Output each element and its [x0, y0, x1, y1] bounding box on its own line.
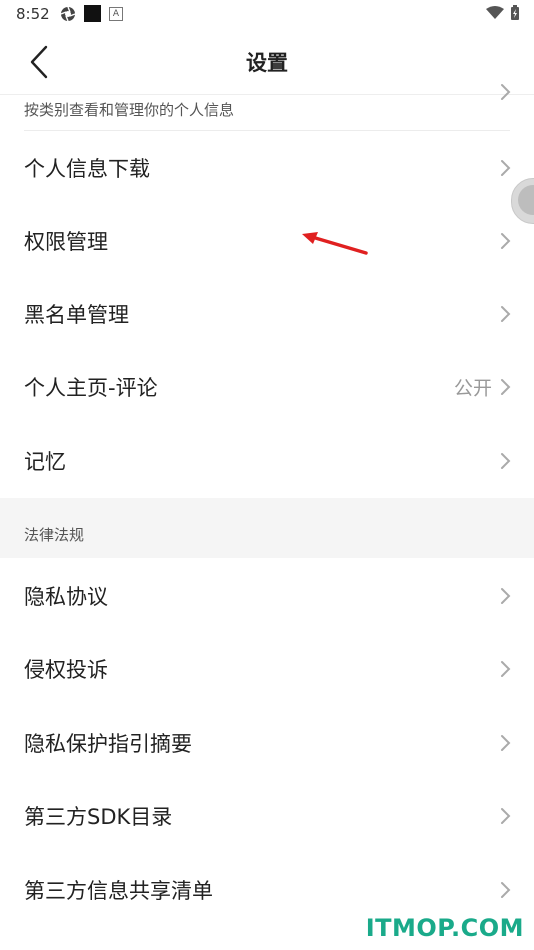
- settings-item-memory[interactable]: 记忆: [0, 424, 534, 497]
- status-right-icons: [486, 5, 520, 21]
- settings-item-label: 隐私协议: [24, 584, 108, 609]
- settings-item-label: 隐私保护指引摘要: [24, 731, 192, 756]
- settings-item-profile-comments[interactable]: 个人主页-评论 公开: [0, 350, 534, 423]
- partial-item-subtitle: 按类别查看和管理你的个人信息: [24, 101, 235, 119]
- chevron-right-icon: [501, 881, 511, 898]
- app-header: 设置: [0, 28, 534, 94]
- settings-item-blacklist[interactable]: 黑名单管理: [0, 277, 534, 350]
- watermark: ITMOP.COM: [365, 914, 524, 942]
- a-badge-icon: A: [109, 6, 123, 21]
- settings-item-label: 个人信息下载: [24, 156, 150, 181]
- chevron-right-icon: [501, 807, 511, 824]
- settings-item-label: 记忆: [24, 449, 66, 474]
- section-header-legal: 法律法规: [0, 498, 534, 558]
- assistant-icon: [518, 185, 534, 215]
- chevron-right-icon: [501, 587, 511, 604]
- settings-item-infringement-complaint[interactable]: 侵权投诉: [0, 632, 534, 705]
- settings-item-privacy-guide-summary[interactable]: 隐私保护指引摘要: [0, 706, 534, 779]
- chevron-right-icon: [501, 660, 511, 677]
- settings-item-value: 公开: [453, 377, 492, 399]
- settings-item-label: 侵权投诉: [24, 657, 108, 682]
- chevron-right-icon: [501, 159, 511, 176]
- settings-item-privacy-agreement[interactable]: 隐私协议: [0, 559, 534, 632]
- settings-item-personal-info-download[interactable]: 个人信息下载: [0, 131, 534, 204]
- aperture-icon: [60, 6, 76, 21]
- status-bar: 8:52 A: [0, 0, 534, 28]
- settings-item-label: 个人主页-评论: [24, 375, 158, 400]
- settings-item-third-party-sdk[interactable]: 第三方SDK目录: [0, 779, 534, 852]
- section-title: 法律法规: [24, 526, 85, 544]
- chevron-right-icon: [501, 84, 511, 100]
- annotation-arrow-icon: [302, 232, 368, 255]
- page-title: 设置: [246, 51, 288, 75]
- battery-charging-icon: [511, 5, 519, 20]
- status-time: 8:52: [16, 5, 50, 23]
- status-left-icons: A: [60, 5, 123, 22]
- chevron-right-icon: [501, 734, 511, 751]
- settings-item-label: 权限管理: [24, 229, 108, 254]
- settings-item-permission-management[interactable]: 权限管理: [0, 204, 534, 277]
- wifi-icon: [486, 6, 504, 19]
- settings-item-label: 第三方SDK目录: [24, 804, 173, 829]
- chevron-right-icon: [501, 452, 511, 469]
- chevron-right-icon: [501, 378, 511, 395]
- partial-list-item[interactable]: 按类别查看和管理你的个人信息: [0, 84, 534, 131]
- chevron-right-icon: [501, 232, 511, 249]
- chevron-right-icon: [501, 305, 511, 322]
- settings-item-label: 黑名单管理: [24, 302, 129, 327]
- black-square-icon: [84, 5, 101, 22]
- settings-item-label: 第三方信息共享清单: [24, 878, 213, 903]
